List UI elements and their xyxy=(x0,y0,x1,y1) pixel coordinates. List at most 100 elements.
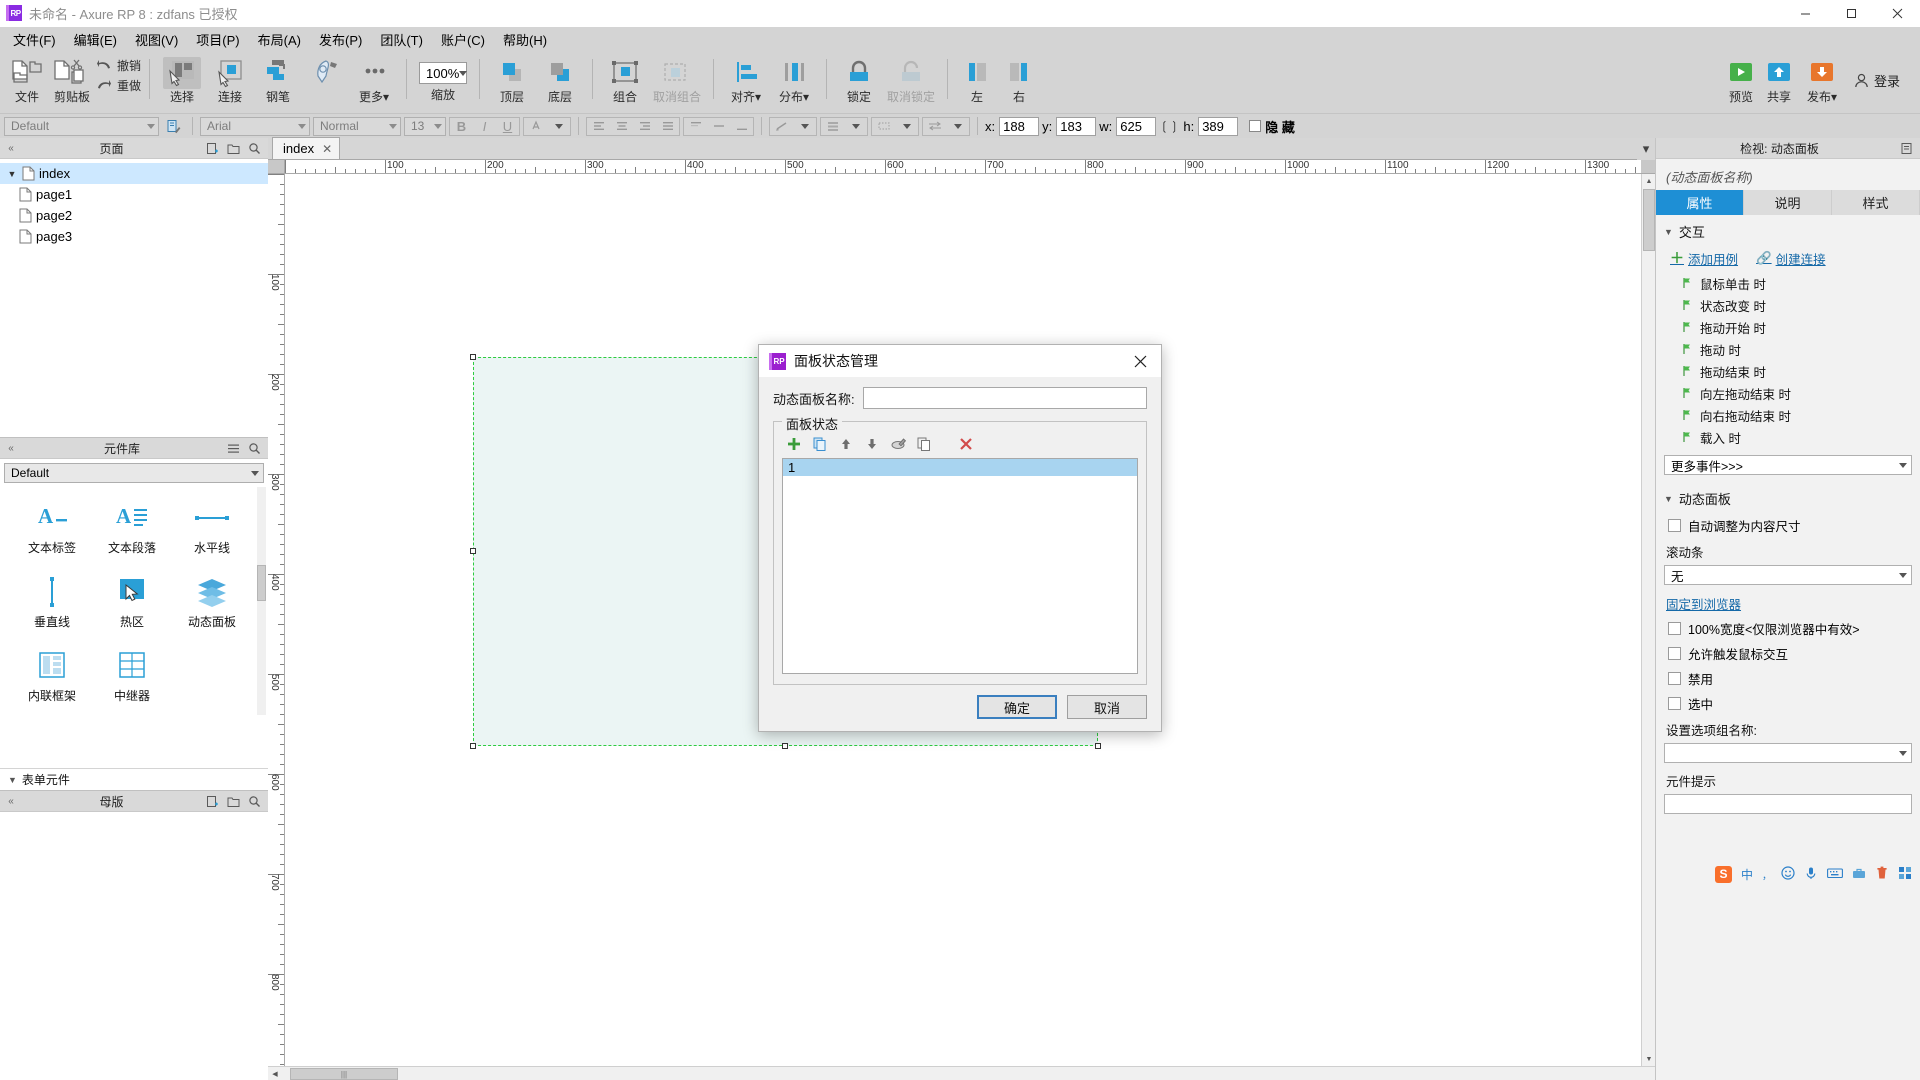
state-list-item[interactable]: 1 xyxy=(783,459,1137,476)
menu-team[interactable]: 团队(T) xyxy=(371,27,432,52)
align-button[interactable]: 对齐▾ xyxy=(722,55,770,109)
resize-handle-tl[interactable] xyxy=(470,354,476,360)
valign-top-icon[interactable] xyxy=(684,117,707,136)
widget-scrollbar[interactable] xyxy=(257,487,266,715)
right-panel-button[interactable]: 右 xyxy=(998,55,1040,109)
collapse-icon[interactable]: « xyxy=(4,143,18,154)
more-button[interactable]: 更多▾ xyxy=(350,55,398,109)
tab-scroll-right[interactable]: ▾ xyxy=(1637,138,1655,160)
keyboard-icon[interactable] xyxy=(1827,867,1843,882)
disabled-checkbox[interactable] xyxy=(1668,672,1681,685)
ruler-corner[interactable] xyxy=(268,160,285,174)
tooltip-input[interactable] xyxy=(1664,794,1912,814)
italic-button[interactable]: I xyxy=(473,117,496,136)
font-weight-select[interactable]: Normal xyxy=(313,116,401,136)
valign-middle-icon[interactable] xyxy=(707,117,730,136)
dynamic-panel-section-header[interactable]: ▼ 动态面板 xyxy=(1656,477,1920,513)
menu-file[interactable]: 文件(F) xyxy=(4,27,65,52)
more-events-select[interactable]: 更多事件>>> xyxy=(1664,455,1912,475)
menu-publish[interactable]: 发布(P) xyxy=(310,27,371,52)
redo-button[interactable]: 重做 xyxy=(96,77,141,94)
add-case-button[interactable]: ＋ 添加用例 xyxy=(1670,248,1738,268)
chevron-down-icon[interactable] xyxy=(844,117,867,136)
arrow-style-icon[interactable] xyxy=(923,117,946,136)
menu-icon[interactable] xyxy=(226,441,240,455)
move-down-icon[interactable] xyxy=(862,434,882,454)
close-icon[interactable]: ✕ xyxy=(322,142,332,156)
auto-fit-row[interactable]: 自动调整为内容尺寸 xyxy=(1656,513,1920,538)
canvas-vertical-scrollbar[interactable]: ▲ ▼ xyxy=(1641,174,1655,1066)
hide-checkbox-group[interactable]: 隐 藏 xyxy=(1249,117,1295,136)
chevron-down-icon[interactable] xyxy=(793,117,816,136)
hide-checkbox[interactable] xyxy=(1249,120,1262,132)
delete-state-icon[interactable] xyxy=(956,434,976,454)
ungroup-button[interactable]: 取消组合 xyxy=(649,55,705,109)
widget-text-paragraph[interactable]: A 文本段落 xyxy=(92,493,172,567)
collapse-icon[interactable]: « xyxy=(4,796,18,807)
disabled-row[interactable]: 禁用 xyxy=(1656,666,1920,691)
add-state-icon[interactable] xyxy=(784,434,804,454)
interaction-section-header[interactable]: ▼ 交互 xyxy=(1656,215,1920,246)
connect-tool-button[interactable]: 连接 xyxy=(206,55,254,109)
move-up-icon[interactable] xyxy=(836,434,856,454)
scrollbar-thumb[interactable] xyxy=(1643,189,1655,251)
align-center-icon[interactable] xyxy=(610,117,633,136)
event-row[interactable]: 鼠标单击 时 xyxy=(1656,272,1920,294)
group-name-select[interactable] xyxy=(1664,743,1912,763)
chevron-down-icon[interactable] xyxy=(895,117,918,136)
widget-dynamic-panel[interactable]: 动态面板 xyxy=(172,567,252,641)
trash-icon[interactable] xyxy=(1875,866,1889,883)
underline-button[interactable]: U xyxy=(496,117,519,136)
widget-horizontal-line[interactable]: 水平线 xyxy=(172,493,252,567)
group-button[interactable]: 组合 xyxy=(601,55,649,109)
event-row[interactable]: 向左拖动结束 时 xyxy=(1656,382,1920,404)
bring-to-front-button[interactable]: 顶层 xyxy=(488,55,536,109)
x-input[interactable]: 188 xyxy=(999,116,1040,136)
resize-handle-br[interactable] xyxy=(1095,743,1101,749)
tab-index[interactable]: index ✕ xyxy=(272,137,341,159)
smiley-icon[interactable] xyxy=(1781,865,1795,883)
publish-button[interactable]: 发布▾ xyxy=(1798,55,1846,109)
notes-icon[interactable] xyxy=(1899,141,1913,155)
allow-mouse-row[interactable]: 允许触发鼠标交互 xyxy=(1656,641,1920,666)
distribute-button[interactable]: 分布▾ xyxy=(770,55,818,109)
chevron-down-icon[interactable] xyxy=(946,117,969,136)
tab-style[interactable]: 样式 xyxy=(1832,190,1920,215)
scrollbar-thumb[interactable]: ||| xyxy=(290,1068,398,1080)
line-style-icon[interactable] xyxy=(770,117,793,136)
event-row[interactable]: 拖动开始 时 xyxy=(1656,316,1920,338)
selected-checkbox[interactable] xyxy=(1668,697,1681,710)
toolbox-icon[interactable] xyxy=(1852,866,1866,883)
panel-states-list[interactable]: 1 xyxy=(782,458,1138,674)
vertical-ruler[interactable]: 100 200 300 400 500 600 700 800 xyxy=(268,174,285,1066)
scroll-down-icon[interactable]: ▼ xyxy=(1642,1052,1656,1066)
unlock-button[interactable]: 取消锁定 xyxy=(883,55,939,109)
lock-button[interactable]: 锁定 xyxy=(835,55,883,109)
event-row[interactable]: 向右拖动结束 时 xyxy=(1656,404,1920,426)
tree-item-page2[interactable]: page2 xyxy=(0,205,268,226)
maximize-icon[interactable] xyxy=(1828,0,1874,27)
widget-text-label[interactable]: A 文本标签 xyxy=(12,493,92,567)
more-tools-button[interactable]: 钢笔 xyxy=(302,55,350,109)
menu-layout[interactable]: 布局(A) xyxy=(249,27,310,52)
tab-notes[interactable]: 说明 xyxy=(1744,190,1832,215)
event-row[interactable]: 载入 时 xyxy=(1656,426,1920,448)
style-editor-icon[interactable] xyxy=(162,117,185,136)
resize-handle-bc[interactable] xyxy=(782,743,788,749)
add-folder-icon[interactable] xyxy=(226,141,240,155)
pen-tool-button[interactable]: 钢笔 xyxy=(254,55,302,109)
font-color-icon[interactable] xyxy=(524,117,547,136)
h-input[interactable]: 389 xyxy=(1198,116,1239,136)
share-button[interactable]: 共享 xyxy=(1760,55,1798,109)
widget-section-form[interactable]: ▼ 表单元件 xyxy=(0,768,268,790)
scroll-left-icon[interactable]: ◀ xyxy=(268,1067,282,1080)
minimize-icon[interactable] xyxy=(1782,0,1828,27)
widget-hotspot[interactable]: 热区 xyxy=(92,567,172,641)
event-row[interactable]: 拖动 时 xyxy=(1656,338,1920,360)
login-button[interactable]: 登录 xyxy=(1846,65,1908,95)
scrollbar-select[interactable]: 无 xyxy=(1664,565,1912,585)
tree-item-page1[interactable]: page1 xyxy=(0,184,268,205)
apps-icon[interactable] xyxy=(1898,866,1912,883)
preview-button[interactable]: 预览 xyxy=(1722,55,1760,109)
chevron-down-icon[interactable] xyxy=(547,117,570,136)
